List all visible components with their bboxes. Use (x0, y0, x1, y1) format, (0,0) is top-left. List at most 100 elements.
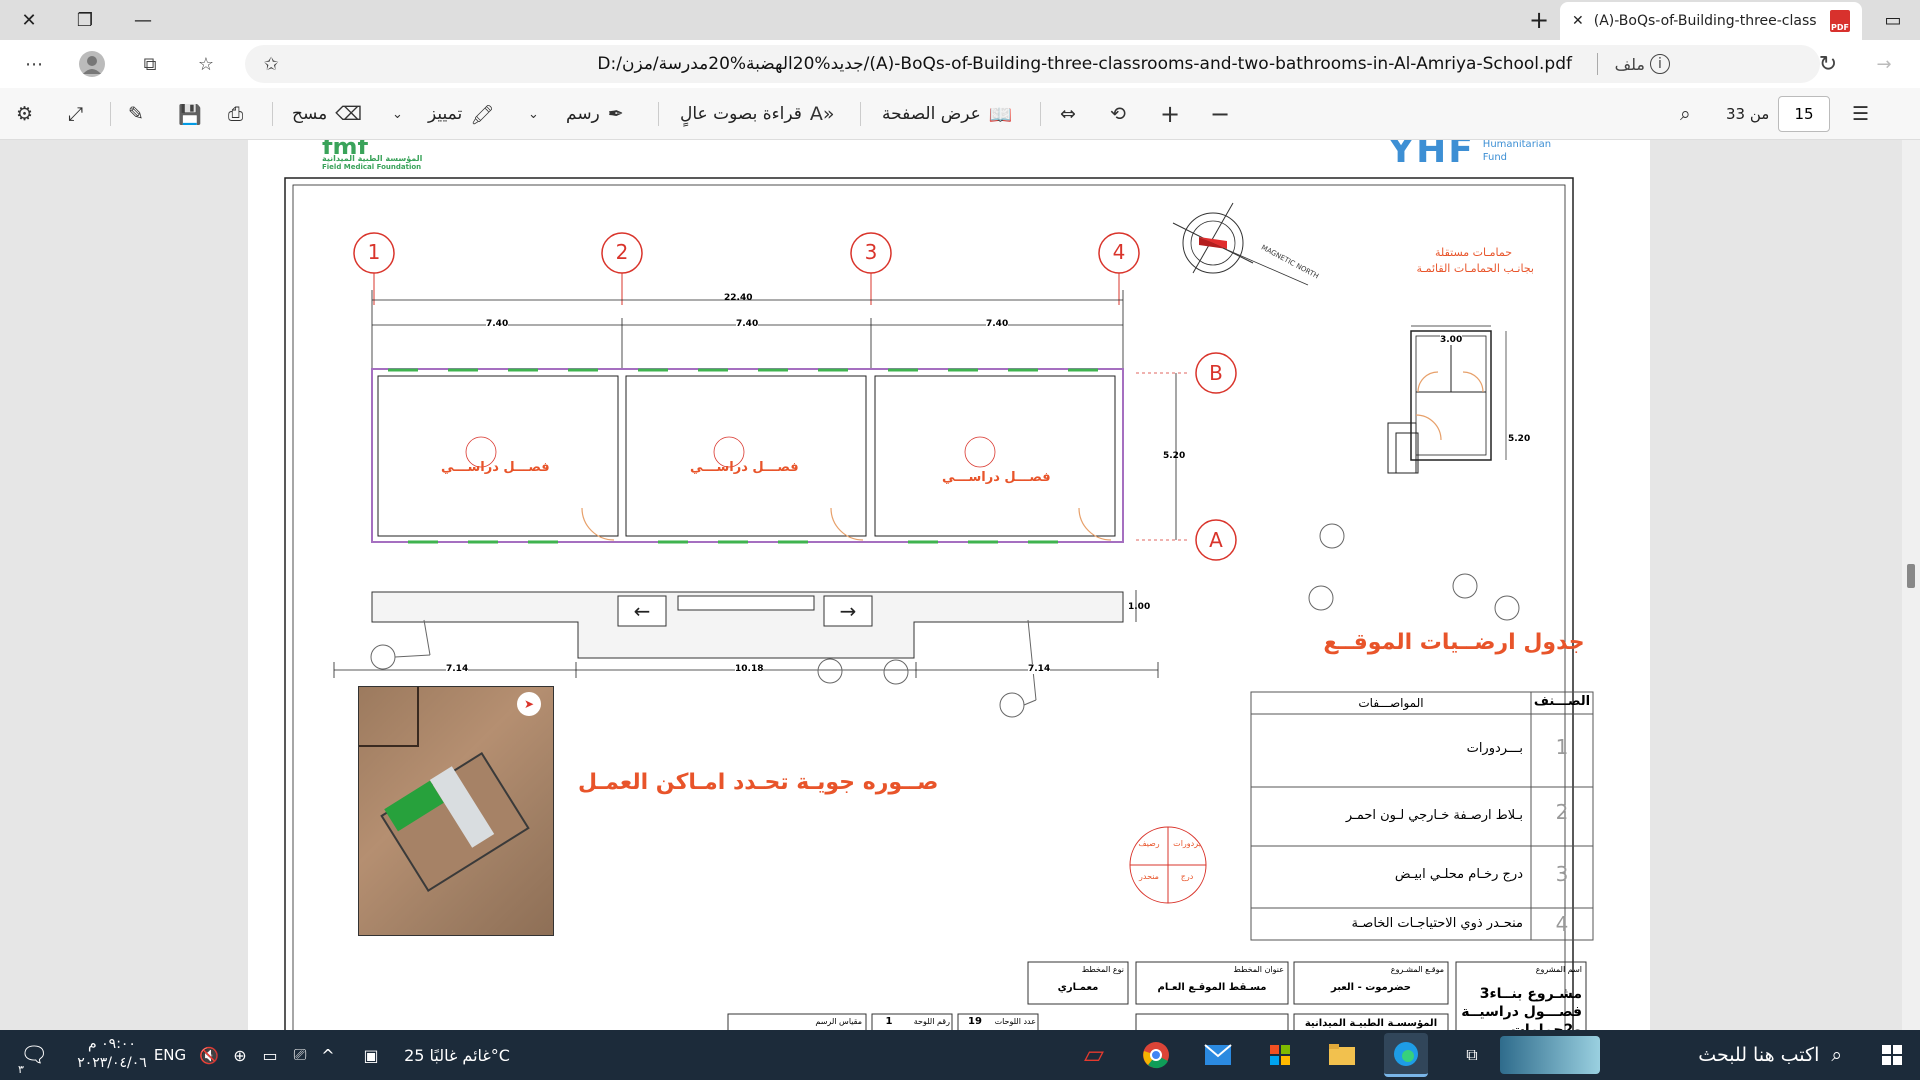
tab-close-icon[interactable]: ✕ (1572, 13, 1584, 29)
forward-icon[interactable]: → (1866, 48, 1902, 80)
clock-date: ٢٠٢٣/٠٤/٠٦ (77, 1055, 147, 1071)
erase-button[interactable]: مسح ⌫ (292, 98, 362, 130)
vertical-scrollbar[interactable] (1902, 140, 1920, 1030)
url-text: D:/جديد%20الهضبة%20مدرسة/مزن/(A)-BoQs-of… (597, 54, 1572, 74)
page-number-input[interactable]: 15 (1778, 96, 1830, 132)
task-view-button[interactable]: ⧉ (1450, 1033, 1494, 1077)
toilet-note-1: حمامـات مستقلة (1435, 246, 1512, 259)
page-view-icon: 📖 (988, 103, 1013, 126)
restore-icon[interactable]: ❐ (62, 0, 108, 40)
plan-type-label: نوع المخطط (1081, 965, 1124, 974)
classroom-label-3: فصـــل دراســـي (942, 470, 1051, 485)
chevron-down-icon: ⌄ (528, 106, 539, 122)
profile-avatar[interactable] (74, 48, 110, 80)
acrobat-icon: ⏥ (1084, 1040, 1104, 1070)
info-icon[interactable]: i (1650, 54, 1670, 74)
notification-count: ٣ (18, 1063, 24, 1076)
battery-icon[interactable]: ▭ (258, 1038, 282, 1072)
windows-taskbar: ⌕ اكتب هنا للبحث ⧉ ⏥ غائم غالبًا 25°C ▣ … (0, 1030, 1920, 1080)
collections-icon[interactable]: ⧉ (132, 48, 168, 80)
sheet-no-value: 1 (885, 1016, 893, 1027)
window-close-icon[interactable]: ✕ (6, 0, 52, 40)
url-field[interactable]: ✩ D:/جديد%20الهضبة%20مدرسة/مزن/(A)-BoQs-… (245, 45, 1820, 83)
minimize-icon[interactable]: — (120, 0, 166, 40)
store-taskbar-app[interactable] (1258, 1033, 1302, 1077)
highlight-button[interactable]: تمييز 🖍 (428, 98, 494, 130)
widgets-thumbnail[interactable] (1500, 1036, 1600, 1074)
draw-button[interactable]: رسم ✒ (566, 98, 624, 130)
north-arrow-icon: ➤ (517, 692, 541, 716)
page-count: من 33 (1726, 105, 1770, 123)
toolbar-divider (1040, 102, 1041, 126)
print-button[interactable]: ⎙ (228, 98, 243, 130)
gear-icon: ⚙ (16, 103, 34, 125)
fit-width-button[interactable]: ⇔ (1060, 98, 1076, 130)
project-name: مشـروع بنــاء3 فصـــول دراسيــة و2حمامات (1461, 986, 1582, 1030)
org-name: المؤسسـة الطبيـة الميدانية (1304, 1018, 1438, 1029)
page-view-label: عرض الصفحة (882, 104, 981, 124)
notification-icon: 🗨 (20, 1042, 48, 1068)
table-title: جدول ارضــيات الموقــع (1323, 630, 1585, 655)
taskbar-search[interactable]: ⌕ اكتب هنا للبحث (1656, 1030, 1856, 1080)
chrome-taskbar-app[interactable] (1134, 1033, 1178, 1077)
page-view-button[interactable]: عرض الصفحة 📖 (882, 98, 1012, 130)
tab-pdf[interactable]: ✕ (A)-BoQs-of-Building-three-class PDF (1560, 2, 1862, 40)
network-icon[interactable]: ⎚ (288, 1038, 312, 1072)
favorites-icon[interactable]: ☆ (188, 48, 224, 80)
search-icon: ⌕ (1831, 1044, 1842, 1066)
browser-titlebar: ✕ ❐ — + ✕ (A)-BoQs-of-Building-three-cla… (0, 0, 1920, 40)
new-tab-icon[interactable]: + (1516, 0, 1562, 40)
contents-button[interactable]: ☰ (1852, 98, 1869, 130)
save-button[interactable]: 💾 (178, 98, 202, 130)
draw-dropdown[interactable]: ⌄ (528, 98, 539, 130)
globe-icon[interactable]: ⊕ (228, 1038, 252, 1072)
add-favorite-icon[interactable]: ✩ (253, 48, 289, 80)
taskbar-clock[interactable]: ٠٩:٠٠ م ٢٠٢٣/٠٤/٠٦ (70, 1035, 154, 1073)
edge-taskbar-app[interactable] (1384, 1033, 1428, 1077)
read-aloud-button[interactable]: قراءة بصوت عالٍ A» (680, 98, 835, 130)
acrobat-taskbar-app[interactable]: ⏥ (1072, 1033, 1116, 1077)
volume-muted-icon[interactable]: 🔇 (196, 1038, 222, 1072)
pdf-viewer[interactable]: fmf المؤسسة الطبية الميدانية Field Medic… (0, 140, 1920, 1030)
axis-label-1: 1 (367, 240, 381, 264)
scrollbar-thumb[interactable] (1907, 564, 1915, 588)
fullscreen-button[interactable]: ⤢ (68, 98, 83, 130)
zoom-in-button[interactable]: + (1160, 98, 1180, 130)
highlighter-icon: 🖍 (470, 103, 495, 126)
table-row-desc-1: بـــردورات (1466, 741, 1523, 756)
search-button[interactable]: ⌕ (1680, 98, 1691, 130)
legend-circle-tl: رصيف (1138, 839, 1160, 848)
plus-icon: + (1160, 100, 1181, 128)
plan-title-value: مسـقط الموقـع العـام (1157, 982, 1267, 993)
language-indicator[interactable]: ENG (150, 1038, 190, 1072)
save-as-icon: ✎ (128, 103, 144, 125)
dim-bay-3: 7.40 (986, 319, 1009, 329)
weather-widget[interactable]: غائم غالبًا 25°C (392, 1038, 522, 1072)
mail-taskbar-app[interactable] (1196, 1033, 1240, 1077)
folder-icon (1329, 1044, 1355, 1065)
file-explorer-taskbar-app[interactable] (1320, 1033, 1364, 1077)
mail-icon (1204, 1044, 1232, 1065)
plan-title-label: عنوان المخطط (1233, 965, 1284, 974)
save-as-button[interactable]: ✎ (128, 98, 144, 130)
legend-circle-bl: منحدر (1139, 872, 1159, 881)
rotate-button[interactable]: ⟲ (1110, 98, 1126, 130)
settings-button[interactable]: ⚙ (16, 98, 33, 130)
more-icon[interactable]: ⋯ (16, 48, 52, 80)
draw-label: رسم (566, 104, 600, 124)
dim-front-3: 7.14 (1028, 664, 1051, 674)
highlight-dropdown[interactable]: ⌄ (392, 98, 403, 130)
tab-actions-icon[interactable]: ▭ (1870, 0, 1916, 40)
windows-icon (1882, 1045, 1902, 1065)
weather-text: غائم غالبًا 25°C (404, 1045, 510, 1065)
expand-icon: ⤢ (68, 103, 84, 125)
eraser-icon: ⌫ (335, 103, 363, 125)
refresh-icon[interactable]: ↻ (1810, 48, 1846, 80)
zoom-out-button[interactable]: − (1210, 98, 1230, 130)
address-bar: ⋯ ⧉ ☆ ✩ D:/جديد%20الهضبة%20مدرسة/مزن/(A)… (0, 40, 1920, 88)
chevron-up-icon[interactable]: ^ (316, 1038, 340, 1072)
notification-center-button[interactable]: 🗨 ٣ (14, 1038, 54, 1076)
start-button[interactable] (1864, 1030, 1920, 1080)
row-label-b: B (1209, 361, 1223, 385)
list-icon: ☰ (1852, 103, 1870, 125)
